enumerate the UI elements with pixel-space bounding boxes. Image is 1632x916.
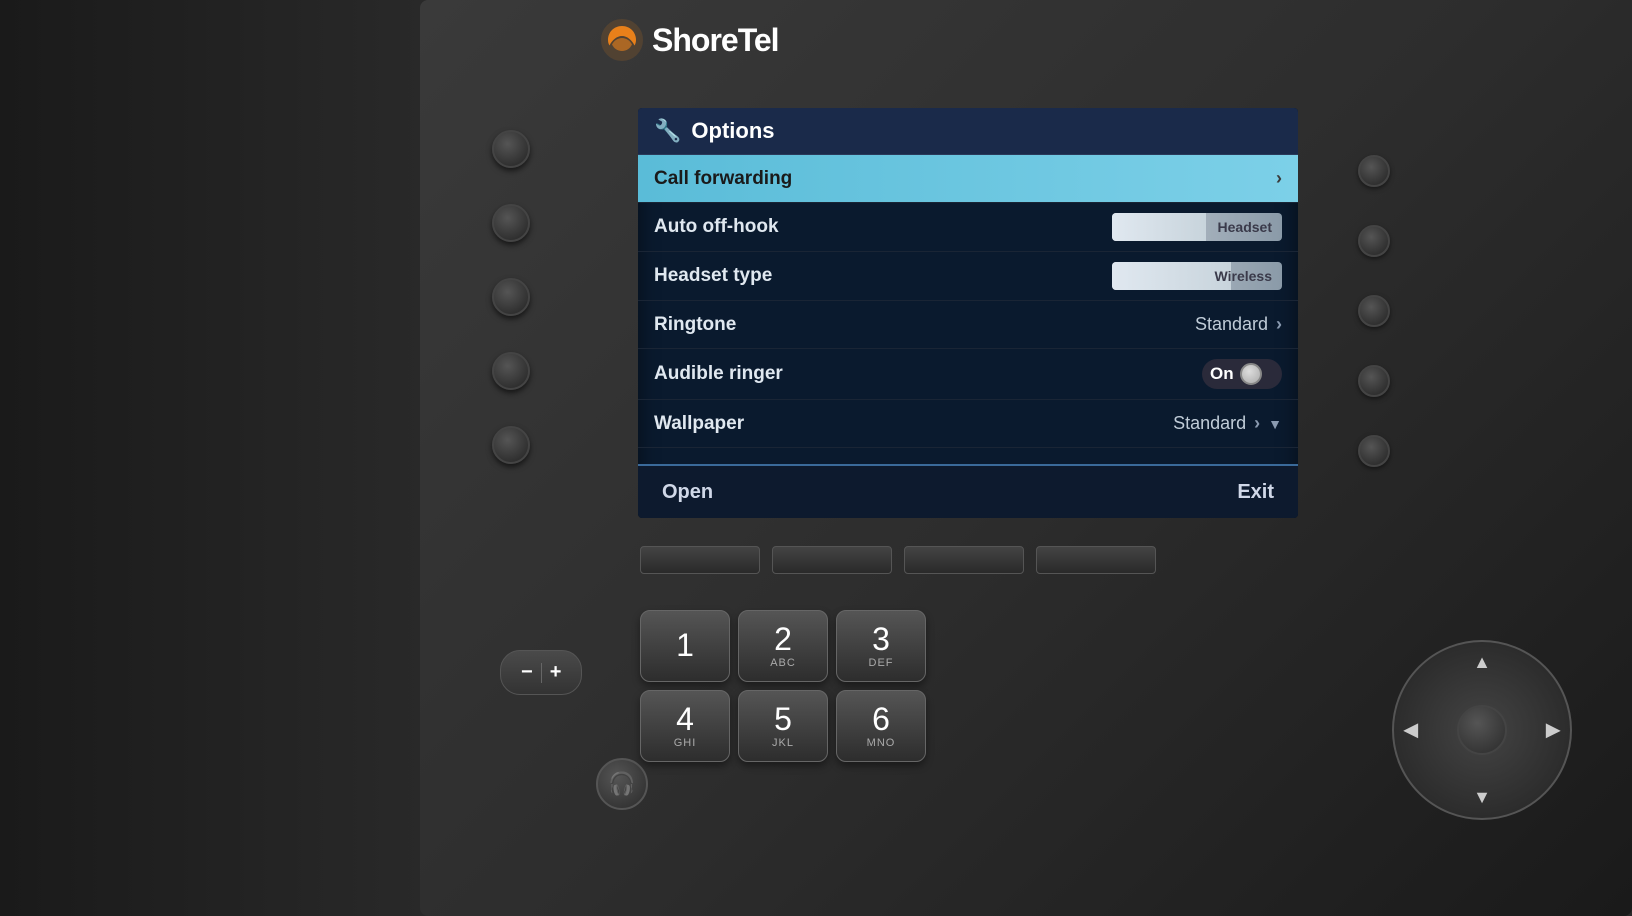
- menu-item-auto-off-hook[interactable]: Auto off-hook Headset: [638, 203, 1298, 252]
- options-menu: Call forwarding › Auto off-hook Headset …: [638, 155, 1298, 448]
- volume-plus-icon[interactable]: +: [550, 661, 562, 684]
- volume-divider: [541, 663, 542, 683]
- key-2[interactable]: 2 ABC: [738, 610, 828, 682]
- wallpaper-value: Standard › ▼: [1173, 413, 1282, 434]
- audible-ringer-toggle[interactable]: On: [1202, 359, 1282, 389]
- ringtone-value-text: Standard: [1195, 314, 1268, 335]
- screen-title: Options: [691, 118, 774, 144]
- right-side-buttons: [1358, 155, 1390, 467]
- menu-item-call-forwarding[interactable]: Call forwarding ›: [638, 155, 1298, 203]
- key-3[interactable]: 3 DEF: [836, 610, 926, 682]
- right-side-btn-5[interactable]: [1358, 435, 1390, 467]
- side-btn-2[interactable]: [492, 204, 530, 242]
- softkey-4[interactable]: [1036, 546, 1156, 574]
- screen-header: 🔧 Options: [638, 108, 1298, 155]
- exit-button[interactable]: Exit: [1237, 481, 1274, 504]
- right-side-btn-4[interactable]: [1358, 365, 1390, 397]
- key-5-letters: JKL: [772, 737, 794, 749]
- side-btn-4[interactable]: [492, 352, 530, 390]
- wrench-icon: 🔧: [654, 118, 681, 144]
- side-navigation-buttons: [492, 130, 530, 464]
- brand-name: ShoreTel: [652, 22, 779, 59]
- volume-control[interactable]: − +: [500, 650, 582, 695]
- volume-button[interactable]: − +: [500, 650, 582, 695]
- headset-icon: 🎧: [608, 771, 635, 797]
- right-side-btn-1[interactable]: [1358, 155, 1390, 187]
- menu-item-audible-ringer[interactable]: Audible ringer On: [638, 349, 1298, 400]
- keypad: 1 2 ABC 3 DEF 4 GHI 5 JKL 6 MNO: [640, 610, 926, 762]
- right-side-btn-2[interactable]: [1358, 225, 1390, 257]
- keypad-row-1: 1 2 ABC 3 DEF: [640, 610, 926, 682]
- nav-down-button[interactable]: ▼: [1473, 787, 1491, 808]
- softkey-3[interactable]: [904, 546, 1024, 574]
- call-forwarding-label: Call forwarding: [654, 168, 792, 190]
- logo-area: ShoreTel: [600, 18, 779, 62]
- audible-ringer-value: On: [1202, 359, 1282, 389]
- wallpaper-value-text: Standard: [1173, 413, 1246, 434]
- menu-item-ringtone[interactable]: Ringtone Standard ›: [638, 301, 1298, 349]
- nav-left-button[interactable]: ◀: [1404, 720, 1418, 741]
- ringtone-chevron-icon: ›: [1276, 314, 1282, 335]
- menu-item-headset-type[interactable]: Headset type Wireless: [638, 252, 1298, 301]
- key-4[interactable]: 4 GHI: [640, 690, 730, 762]
- key-4-number: 4: [676, 703, 694, 735]
- navigation-circle: ▲ ▼ ◀ ▶: [1392, 640, 1572, 820]
- headset-button[interactable]: 🎧: [596, 758, 648, 810]
- auto-off-hook-label: Auto off-hook: [654, 216, 779, 238]
- key-6-letters: MNO: [867, 737, 896, 749]
- phone-screen: 🔧 Options Call forwarding › Auto off-hoo…: [638, 108, 1298, 518]
- headset-type-label: Headset type: [654, 265, 772, 287]
- right-side-btn-3[interactable]: [1358, 295, 1390, 327]
- ringtone-label: Ringtone: [654, 314, 736, 336]
- nav-outer-ring[interactable]: ▲ ▼ ◀ ▶: [1392, 640, 1572, 820]
- side-btn-5[interactable]: [492, 426, 530, 464]
- left-background: [0, 0, 450, 916]
- ringtone-value: Standard ›: [1195, 314, 1282, 335]
- open-button[interactable]: Open: [662, 481, 713, 504]
- softkey-2[interactable]: [772, 546, 892, 574]
- softkey-buttons: [640, 546, 1156, 574]
- toggle-circle: [1240, 363, 1262, 385]
- nav-right-button[interactable]: ▶: [1546, 720, 1560, 741]
- softkey-1[interactable]: [640, 546, 760, 574]
- audible-ringer-label: Audible ringer: [654, 363, 783, 385]
- auto-off-hook-value: Headset: [1112, 213, 1282, 241]
- key-3-letters: DEF: [869, 657, 894, 669]
- nav-select-button[interactable]: [1457, 705, 1507, 755]
- screen-bottom-bar: Open Exit: [638, 464, 1298, 518]
- wallpaper-chevron-icon: ›: [1254, 413, 1260, 434]
- key-3-number: 3: [872, 623, 890, 655]
- headset-type-slider-label: Wireless: [1215, 268, 1272, 284]
- key-6[interactable]: 6 MNO: [836, 690, 926, 762]
- wallpaper-label: Wallpaper: [654, 413, 744, 435]
- call-forwarding-value: ›: [1276, 168, 1282, 189]
- auto-off-hook-slider[interactable]: Headset: [1112, 213, 1282, 241]
- scroll-down-icon: ▼: [1268, 416, 1282, 432]
- shoretel-logo-icon: [600, 18, 644, 62]
- side-btn-1[interactable]: [492, 130, 530, 168]
- key-5-number: 5: [774, 703, 792, 735]
- nav-up-button[interactable]: ▲: [1473, 652, 1491, 673]
- key-1[interactable]: 1: [640, 610, 730, 682]
- chevron-right-icon: ›: [1276, 168, 1282, 189]
- toggle-on-label: On: [1210, 364, 1234, 384]
- key-6-number: 6: [872, 703, 890, 735]
- side-btn-3[interactable]: [492, 278, 530, 316]
- menu-item-wallpaper[interactable]: Wallpaper Standard › ▼: [638, 400, 1298, 448]
- volume-minus-icon[interactable]: −: [521, 661, 533, 684]
- key-1-number: 1: [676, 629, 694, 661]
- headset-type-slider[interactable]: Wireless: [1112, 262, 1282, 290]
- headset-type-value: Wireless: [1112, 262, 1282, 290]
- keypad-row-2: 4 GHI 5 JKL 6 MNO: [640, 690, 926, 762]
- key-4-letters: GHI: [674, 737, 697, 749]
- auto-off-hook-slider-label: Headset: [1218, 219, 1272, 235]
- key-5[interactable]: 5 JKL: [738, 690, 828, 762]
- key-2-number: 2: [774, 623, 792, 655]
- key-2-letters: ABC: [770, 657, 796, 669]
